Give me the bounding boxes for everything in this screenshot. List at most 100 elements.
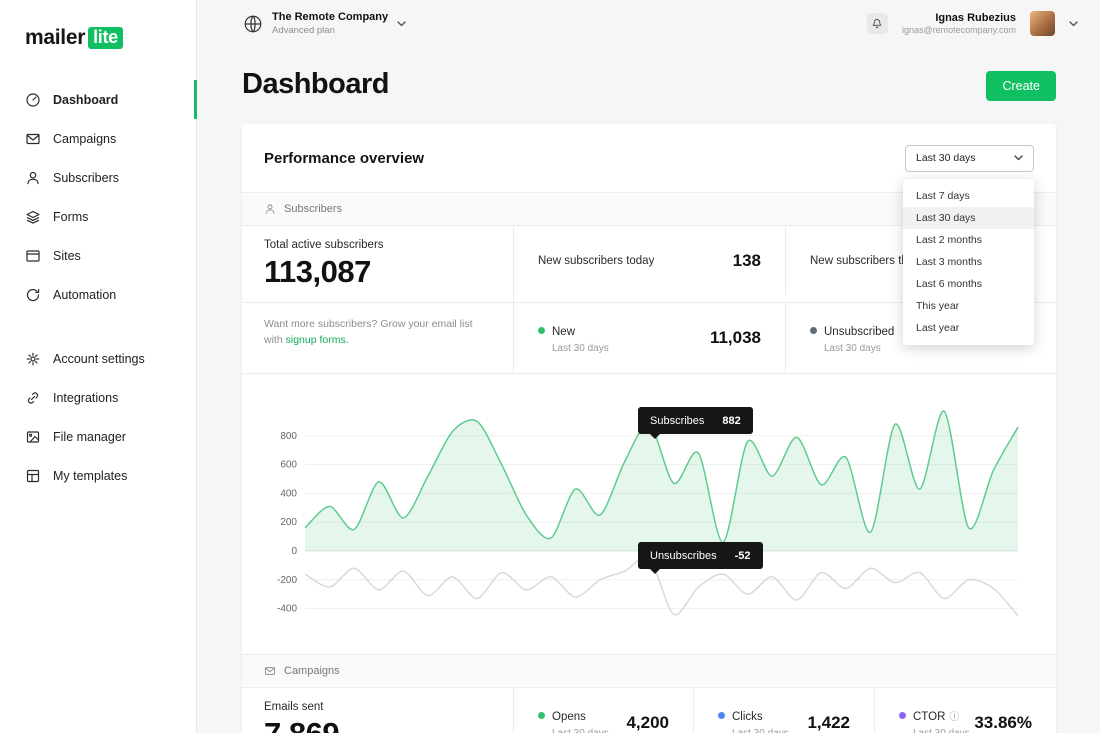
sidebar-item-campaigns[interactable]: Campaigns xyxy=(0,119,196,158)
subscribers-icon xyxy=(264,203,276,215)
opens-stat: Opens Last 30 days 4,200 xyxy=(514,688,694,733)
sidebar-item-label: Subscribers xyxy=(53,171,119,185)
svg-text:-400: -400 xyxy=(277,604,297,615)
company-name: The Remote Company xyxy=(272,11,388,25)
sites-icon xyxy=(25,248,41,264)
sidebar-item-label: File manager xyxy=(53,430,126,444)
stat-value: 1,422 xyxy=(807,713,850,733)
notifications-button[interactable] xyxy=(867,13,888,34)
new-dot xyxy=(538,327,545,334)
stat-head: New Last 30 days xyxy=(538,322,609,354)
performance-overview-card: Performance overview Last 30 days Last 7… xyxy=(242,124,1056,733)
info-icon[interactable]: ⓘ xyxy=(949,712,959,723)
campaigns-stats-row: Emails sent 7,869 Opens Last 30 days 4,2… xyxy=(242,688,1056,733)
user-info[interactable]: Ignas Rubezius ignas@remotecompany.com xyxy=(902,11,1016,37)
create-button[interactable]: Create xyxy=(986,71,1056,101)
stat-label: New subscribers today xyxy=(538,255,654,267)
sidebar-item-integrations[interactable]: Integrations xyxy=(0,378,196,417)
logo-badge: lite xyxy=(88,27,123,49)
stat-period: Last 30 days xyxy=(824,343,894,354)
sidebar-item-label: My templates xyxy=(53,469,127,483)
ctor-stat: CTORⓘ Last 30 days 33.86% xyxy=(875,688,1056,733)
user-email: ignas@remotecompany.com xyxy=(902,25,1016,37)
subscribes-tooltip: Subscribes 882 xyxy=(638,407,753,434)
avatar[interactable] xyxy=(1030,11,1055,36)
campaigns-icon xyxy=(264,665,276,677)
range-option[interactable]: This year xyxy=(903,295,1034,317)
stat-value: 7,869 xyxy=(264,716,491,733)
stat-head: Clicks Last 30 days xyxy=(718,707,789,733)
sidebar: mailer lite Dashboard Campaigns Subscrib… xyxy=(0,0,197,733)
svg-text:800: 800 xyxy=(280,431,297,442)
stat-period: Last 30 days xyxy=(552,343,609,354)
range-option[interactable]: Last 7 days xyxy=(903,185,1034,207)
tooltip-label: Unsubscribes xyxy=(650,550,717,562)
logo-text: mailer xyxy=(25,26,85,50)
page-head: Dashboard Create xyxy=(242,68,1056,101)
opens-dot xyxy=(538,712,545,719)
stat-value: 33.86% xyxy=(974,713,1032,733)
stat-value: 113,087 xyxy=(264,254,491,290)
stat-period: Last 30 days xyxy=(552,728,609,733)
gear-icon xyxy=(25,351,41,367)
stat-period: Last 30 days xyxy=(913,728,970,733)
signup-forms-link[interactable]: signup forms. xyxy=(286,334,349,346)
range-option[interactable]: Last year xyxy=(903,317,1034,339)
link-icon xyxy=(25,390,41,406)
chevron-down-icon[interactable] xyxy=(1069,21,1078,27)
sidebar-item-automation[interactable]: Automation xyxy=(0,275,196,314)
card-header: Performance overview Last 30 days Last 7… xyxy=(242,124,1056,192)
sidebar-item-account-settings[interactable]: Account settings xyxy=(0,339,196,378)
stat-label: New xyxy=(552,326,575,338)
unsubscribed-dot xyxy=(810,327,817,334)
tooltip-value: -52 xyxy=(735,550,751,562)
stat-label: Total active subscribers xyxy=(264,239,491,251)
company-plan: Advanced plan xyxy=(272,25,388,37)
clicks-dot xyxy=(718,712,725,719)
company-switcher[interactable]: The Remote Company Advanced plan xyxy=(243,11,406,37)
sidebar-item-forms[interactable]: Forms xyxy=(0,197,196,236)
sidebar-item-label: Integrations xyxy=(53,391,118,405)
sidebar-item-file-manager[interactable]: File manager xyxy=(0,417,196,456)
image-icon xyxy=(25,429,41,445)
date-range-value: Last 30 days xyxy=(916,152,976,164)
subscribers-icon xyxy=(25,170,41,186)
sidebar-item-subscribers[interactable]: Subscribers xyxy=(0,158,196,197)
sidebar-item-dashboard[interactable]: Dashboard xyxy=(0,80,196,119)
svg-text:0: 0 xyxy=(291,546,297,557)
stat-head: Opens Last 30 days xyxy=(538,707,609,733)
globe-icon xyxy=(243,14,263,34)
svg-text:-200: -200 xyxy=(277,575,297,586)
sidebar-item-label: Automation xyxy=(53,288,116,302)
nav-divider xyxy=(0,314,196,339)
user-name: Ignas Rubezius xyxy=(902,11,1016,25)
new-subscribers-stat: New Last 30 days 11,038 xyxy=(514,303,786,373)
ctor-dot xyxy=(899,712,906,719)
stat-head: CTORⓘ Last 30 days xyxy=(899,707,970,733)
svg-text:600: 600 xyxy=(280,460,297,471)
stat-label: Emails sent xyxy=(264,701,491,713)
sidebar-item-label: Sites xyxy=(53,249,81,263)
sidebar-item-my-templates[interactable]: My templates xyxy=(0,456,196,495)
campaigns-section-header: Campaigns xyxy=(242,654,1056,688)
stat-label: Clicks xyxy=(732,711,763,723)
date-range-select[interactable]: Last 30 days xyxy=(905,145,1034,172)
svg-text:200: 200 xyxy=(280,517,297,528)
sidebar-item-label: Account settings xyxy=(53,352,145,366)
range-option-selected[interactable]: Last 30 days xyxy=(903,207,1034,229)
svg-text:400: 400 xyxy=(280,488,297,499)
stat-value: 4,200 xyxy=(626,713,669,733)
date-range-dropdown: Last 7 days Last 30 days Last 2 months L… xyxy=(903,179,1034,345)
range-option[interactable]: Last 3 months xyxy=(903,251,1034,273)
grow-list-promo: Want more subscribers? Grow your email l… xyxy=(242,303,514,373)
bell-icon xyxy=(871,18,883,30)
stat-period: Last 30 days xyxy=(732,728,789,733)
sidebar-item-sites[interactable]: Sites xyxy=(0,236,196,275)
total-active-subscribers: Total active subscribers 113,087 xyxy=(242,226,514,302)
layout-icon xyxy=(25,468,41,484)
sidebar-item-label: Forms xyxy=(53,210,88,224)
campaigns-icon xyxy=(25,131,41,147)
section-title: Campaigns xyxy=(284,665,340,677)
range-option[interactable]: Last 6 months xyxy=(903,273,1034,295)
range-option[interactable]: Last 2 months xyxy=(903,229,1034,251)
